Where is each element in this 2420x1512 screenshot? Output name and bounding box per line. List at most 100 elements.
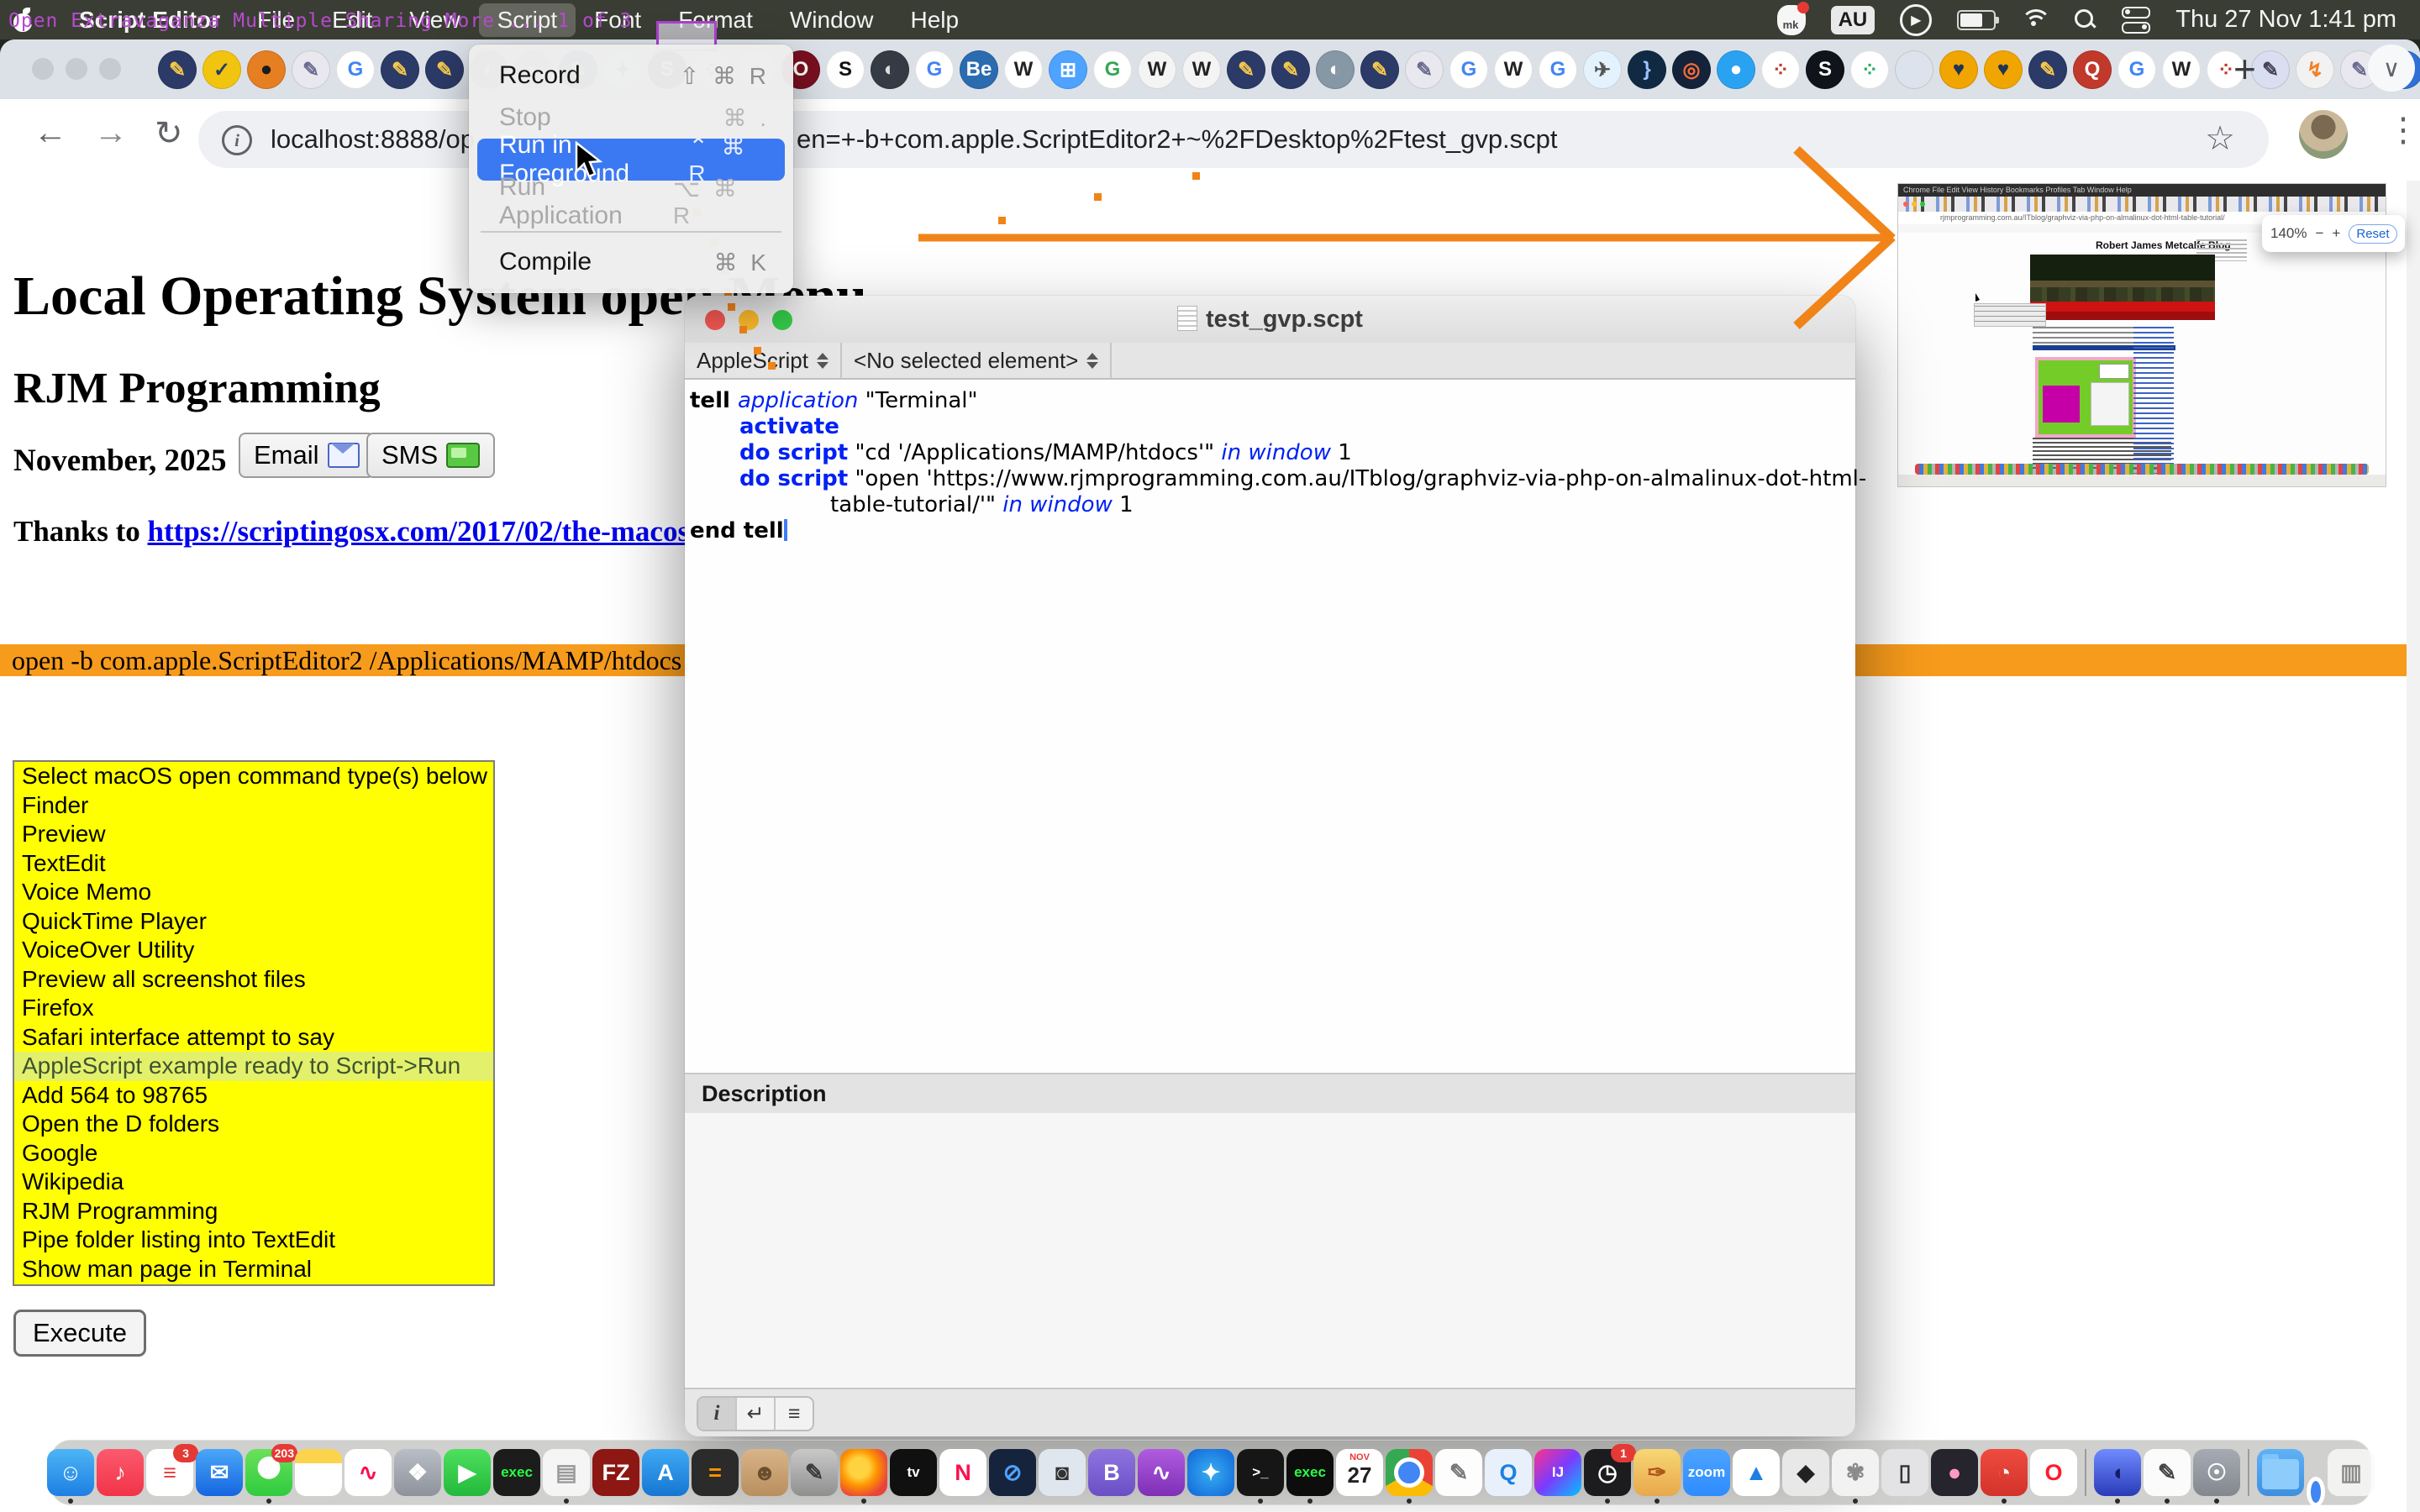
list-option-select-macos-open-command-type[interactable]: Select macOS open command type(s) below … — [14, 762, 493, 791]
list-option-rjm-programming[interactable]: RJM Programming — [14, 1197, 493, 1226]
dock-icon-launchpad[interactable]: ❖ — [394, 1449, 441, 1496]
tab-favicon[interactable]: ✎ — [1405, 50, 1444, 89]
tab-favicon[interactable]: ● — [1717, 50, 1755, 89]
control-center-icon[interactable] — [2122, 7, 2150, 34]
list-option-firefox[interactable]: Firefox — [14, 994, 493, 1023]
tab-favicon[interactable]: ♥ — [1939, 50, 1978, 89]
code-line[interactable]: activate — [690, 414, 1855, 440]
url-text-prefix[interactable]: localhost:8888/op — [271, 124, 475, 155]
dock-icon-gimp[interactable]: ✎ — [791, 1449, 838, 1496]
reload-button[interactable]: ↻ — [155, 114, 183, 153]
tab-favicon[interactable]: ✎ — [1227, 50, 1265, 89]
dock-icon-screen-sharing[interactable]: ◖ — [2094, 1449, 2141, 1496]
menu-help[interactable]: Help — [892, 3, 977, 37]
dock-icon-exec-terminal-2[interactable]: exec — [1286, 1449, 1334, 1496]
dock-icon-do-not-enter[interactable]: ⊘ — [989, 1449, 1036, 1496]
tab-favicon[interactable]: } — [1628, 50, 1666, 89]
tab-favicon[interactable]: ● — [247, 50, 286, 89]
list-option-quicktime-player[interactable]: QuickTime Player — [14, 907, 493, 937]
spotlight-search-icon[interactable] — [2075, 9, 2096, 31]
email-button[interactable]: Email — [239, 433, 375, 478]
tab-favicon[interactable]: ✎ — [1360, 50, 1399, 89]
back-button[interactable]: ← — [34, 114, 67, 152]
dock-icon-reminders[interactable]: ≡3 — [146, 1449, 193, 1496]
menu-item-record[interactable]: Record⇧ ⌘ R — [477, 55, 785, 97]
tab-favicon[interactable]: W — [1182, 50, 1221, 89]
tab-favicon[interactable]: ✈ — [1583, 50, 1622, 89]
url-text-suffix[interactable]: en=+-b+com.apple.ScriptEditor2+~%2FDeskt… — [797, 124, 1558, 155]
tab-favicon[interactable]: G — [1093, 50, 1132, 89]
element-popup[interactable]: <No selected element> — [842, 343, 1112, 378]
scriptingosx-link[interactable]: https://scriptingosx.com/2017/02/the-mac… — [148, 515, 744, 548]
tab-favicon[interactable]: ✎ — [1271, 50, 1310, 89]
dock-icon-safari[interactable]: ✦ — [1187, 1449, 1234, 1496]
dock-icon-mail[interactable]: ✉ — [196, 1449, 243, 1496]
zoom-out-button[interactable]: − — [2315, 225, 2323, 242]
dock-icon-clock[interactable]: ◷1 — [1584, 1449, 1631, 1496]
dock-icon-quicktime[interactable]: Q — [1485, 1449, 1532, 1496]
site-info-icon[interactable]: i — [222, 125, 252, 155]
list-option-voice-memo[interactable]: Voice Memo — [14, 878, 493, 907]
log-tab-icon[interactable]: ≡ — [776, 1398, 813, 1430]
menu-item-compile[interactable]: Compile⌘ K — [477, 241, 785, 283]
tab-favicon[interactable]: W — [1004, 50, 1043, 89]
tab-favicon[interactable]: ⊞ — [1049, 50, 1087, 89]
tab-favicon[interactable]: W — [1138, 50, 1176, 89]
input-source-badge[interactable]: AU — [1831, 6, 1876, 34]
dock-icon-notes[interactable] — [295, 1449, 342, 1496]
dock-icon-apple-tv[interactable]: tv — [890, 1449, 937, 1496]
dock-icon-terminal[interactable]: >_ — [1237, 1449, 1284, 1496]
tab-favicon[interactable]: ✎ — [292, 50, 330, 89]
list-option-textedit[interactable]: TextEdit — [14, 849, 493, 879]
wifi-icon[interactable] — [2021, 9, 2049, 31]
tab-favicon[interactable]: G — [2118, 50, 2156, 89]
dock-icon-gimp-white[interactable]: ✾ — [1832, 1449, 1879, 1496]
execute-button[interactable]: Execute — [13, 1310, 146, 1357]
code-line[interactable]: tell application "Terminal" — [690, 388, 1855, 414]
list-option-preview[interactable]: Preview — [14, 820, 493, 849]
bookmark-star-icon[interactable]: ☆ — [2205, 119, 2235, 158]
window-minimize-button[interactable] — [66, 58, 87, 80]
dock-icon-finder[interactable]: ☺ — [47, 1449, 94, 1496]
tab-favicon[interactable]: ◐ — [1316, 50, 1355, 89]
dock-icon-calendar[interactable]: NOV27 — [1336, 1449, 1383, 1496]
dock-icon-app-store[interactable]: A — [642, 1449, 689, 1496]
list-option-finder[interactable]: Finder — [14, 791, 493, 821]
menu-bar-clock[interactable]: Thu 27 Nov 1:41 pm — [2175, 6, 2396, 34]
dock-icon-cat-app[interactable]: ● — [1931, 1449, 1978, 1496]
list-option-open-the-d-folders[interactable]: Open the D folders — [14, 1110, 493, 1139]
dock-icon-fitness[interactable]: ∿ — [345, 1449, 392, 1496]
dock-icon-filezilla[interactable]: FZ — [592, 1449, 639, 1496]
dock-icon-podcasts[interactable]: ∿ — [1138, 1449, 1185, 1496]
tab-favicon[interactable]: S — [1806, 50, 1844, 89]
list-option-applescript-example-ready-to-s[interactable]: AppleScript example ready to Script->Run — [14, 1052, 493, 1081]
description-body[interactable] — [685, 1113, 1855, 1388]
editor-title-bar[interactable]: test_gvp.scpt — [685, 296, 1855, 344]
dock-icon-facetime[interactable]: ▶ — [444, 1449, 491, 1496]
list-option-google[interactable]: Google — [14, 1139, 493, 1168]
tab-favicon[interactable]: ✓ — [203, 50, 241, 89]
dock-icon-inkscape[interactable]: ◆ — [1782, 1449, 1829, 1496]
dock-icon-preview-draw[interactable]: ✎ — [2144, 1449, 2191, 1496]
tab-favicon[interactable]: Be — [960, 50, 998, 89]
dock-icon-pixelmator[interactable]: ✑ — [1634, 1449, 1681, 1496]
list-option-add-564-to-98765[interactable]: Add 564 to 98765 — [14, 1081, 493, 1110]
dock-icon-music[interactable]: ♪ — [97, 1449, 144, 1496]
tab-favicon[interactable]: ♥ — [1984, 50, 2023, 89]
dock-icon-firefox[interactable] — [840, 1449, 887, 1496]
dock-icon-news[interactable]: N — [939, 1449, 986, 1496]
code-area[interactable]: tell application "Terminal"activatedo sc… — [685, 380, 1855, 1081]
sms-button[interactable]: SMS — [366, 433, 495, 478]
dock-icon-contacts[interactable]: ☻ — [741, 1449, 788, 1496]
code-line[interactable]: end tell — [690, 518, 1855, 544]
tab-favicon[interactable]: S — [826, 50, 865, 89]
now-playing-icon[interactable]: ▶ — [1900, 4, 1932, 36]
dock-icon-textedit[interactable]: ✎ — [1435, 1449, 1482, 1496]
list-option-pipe-folder-listing-into-texte[interactable]: Pipe folder listing into TextEdit — [14, 1226, 493, 1255]
dock-icon-exec-terminal[interactable]: exec — [493, 1449, 540, 1496]
tab-search-chevron-button[interactable]: ∨ — [2368, 45, 2415, 92]
tab-favicon[interactable]: ✎ — [425, 50, 464, 89]
tab-favicon[interactable]: Q — [2073, 50, 2112, 89]
dock-icon-screenshot-app[interactable]: ◙ — [1039, 1449, 1086, 1496]
tab-favicon[interactable] — [1895, 50, 1933, 89]
